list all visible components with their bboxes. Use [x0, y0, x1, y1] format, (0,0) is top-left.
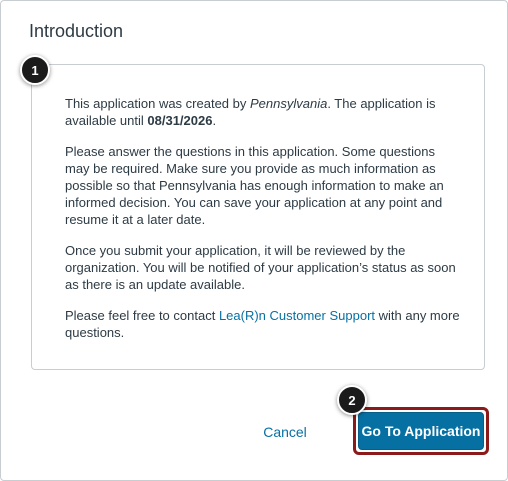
introduction-content-box: This application was created by Pennsylv… — [31, 64, 485, 370]
contact-paragraph: Please feel free to contact Lea(R)n Cust… — [65, 307, 460, 341]
customer-support-link[interactable]: Lea(R)n Customer Support — [219, 308, 375, 323]
contact-prefix: Please feel free to contact — [65, 308, 219, 323]
callout-badge-2: 2 — [337, 385, 367, 415]
availability-date: 08/31/2026 — [147, 113, 213, 128]
go-to-application-button[interactable]: Go To Application — [358, 412, 484, 450]
introduction-dialog: Introduction This application was create… — [0, 0, 508, 481]
availability-suffix: . — [212, 113, 217, 128]
introduction-text: This application was created by Pennsylv… — [65, 95, 460, 355]
callout-badge-1: 1 — [20, 55, 50, 85]
review-paragraph: Once you submit your application, it wil… — [65, 243, 456, 292]
creator-name: Pennsylvania — [249, 96, 328, 111]
availability-prefix: This application was created by — [65, 96, 250, 111]
cancel-button[interactable]: Cancel — [256, 415, 314, 449]
dialog-title: Introduction — [29, 21, 124, 41]
instructions-paragraph: Please answer the questions in this appl… — [65, 144, 444, 227]
availability-paragraph: This application was created by Pennsylv… — [65, 95, 460, 129]
